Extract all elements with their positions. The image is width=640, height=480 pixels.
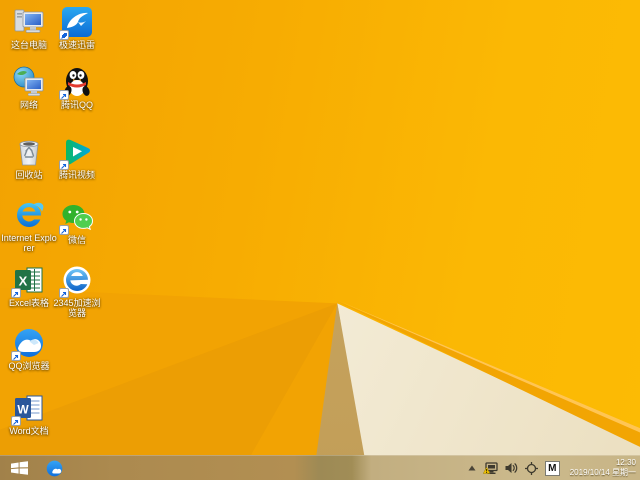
desktop-icon-wechat[interactable]: 微信 (49, 200, 105, 245)
ime-indicator[interactable]: M (544, 460, 560, 476)
shortcut-arrow-icon (11, 288, 21, 298)
desktop-icon-label: 腾讯QQ (60, 100, 93, 110)
tray-time: 12:30 (615, 458, 636, 467)
desktop-icon-label: 微信 (67, 235, 86, 245)
taskbar: M 12:30 2019/10/14 星期一 (0, 455, 640, 480)
network-icon (12, 65, 46, 99)
shortcut-arrow-icon (59, 225, 69, 235)
shortcut-arrow-icon (59, 160, 69, 170)
tencent-qq-icon (59, 65, 94, 100)
desktop-icon-word[interactable]: W Word文档 (1, 391, 57, 436)
recycle-bin-icon (12, 135, 46, 169)
network-warning-icon[interactable] (482, 461, 498, 475)
crosshair-icon[interactable] (524, 461, 538, 475)
system-tray: M 12:30 2019/10/14 星期一 (468, 456, 638, 480)
browser-2345-icon (59, 263, 94, 298)
tray-date: 2019/10/14 星期一 (569, 468, 636, 477)
excel-icon: X (11, 263, 46, 298)
shortcut-arrow-icon (59, 90, 69, 100)
taskbar-pinned-qq-browser[interactable] (41, 456, 67, 480)
word-icon: W (11, 391, 46, 426)
desktop-icon-qq-browser[interactable]: QQ浏览器 (1, 326, 57, 371)
hidden-icons-chevron-icon[interactable] (468, 465, 476, 471)
volume-icon[interactable] (505, 462, 518, 474)
xunlei-icon (59, 5, 94, 40)
this-pc-icon (12, 5, 46, 39)
windows81-desktop: { "desktop": { "icons": [ {"name": "this… (0, 0, 640, 480)
qq-browser-taskbar-icon (46, 460, 62, 476)
shortcut-arrow-icon (11, 351, 21, 361)
shortcut-arrow-icon (59, 288, 69, 298)
desktop-icon-xunlei[interactable]: 极速迅雷 (49, 5, 105, 50)
svg-text:W: W (17, 403, 29, 417)
internet-explorer-icon (12, 198, 46, 232)
desktop-icon-label: 2345加速浏览器 (53, 298, 101, 318)
desktop-icon-label: QQ浏览器 (8, 361, 50, 371)
tray-clock[interactable]: 12:30 2019/10/14 星期一 (570, 458, 638, 478)
start-button[interactable] (6, 456, 32, 480)
desktop-icon-tencent-qq[interactable]: 腾讯QQ (49, 65, 105, 110)
desktop-icon-label: 腾讯视频 (58, 170, 95, 180)
qq-browser-icon (11, 326, 46, 361)
shortcut-arrow-icon (11, 416, 21, 426)
desktop-icon-2345-browser[interactable]: 2345加速浏览器 (49, 263, 105, 318)
desktop-icon-tencent-video[interactable]: 腾讯视频 (49, 135, 105, 180)
tencent-video-icon (59, 135, 94, 170)
desktop-icon-label: Word文档 (9, 426, 49, 436)
wechat-icon (59, 200, 94, 235)
desktop-icon-label: 极速迅雷 (58, 40, 95, 50)
svg-text:X: X (19, 274, 28, 289)
windows-start-icon (10, 461, 28, 475)
shortcut-arrow-icon (59, 30, 69, 40)
